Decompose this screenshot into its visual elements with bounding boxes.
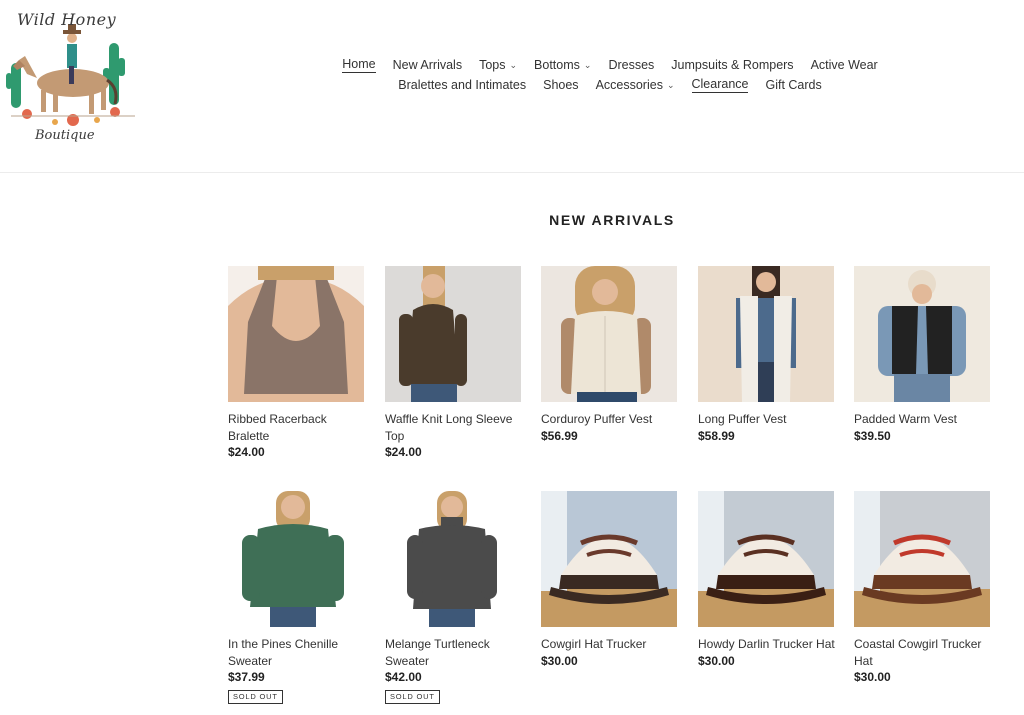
nav-item-dresses[interactable]: Dresses [608, 58, 654, 72]
nav-item-tops[interactable]: Tops ⌄ [479, 58, 517, 72]
product-price: $58.99 [698, 428, 735, 443]
product-image-svg [854, 491, 990, 627]
product-name[interactable]: Padded Warm Vest [854, 411, 994, 428]
product-card[interactable]: In the Pines Chenille Sweater $37.99 SOLD … [228, 491, 368, 704]
product-name[interactable]: Melange Turtleneck Sweater [385, 636, 525, 669]
logo-wordmark-bottom: Boutique [35, 128, 95, 143]
product-image-svg [854, 266, 990, 402]
nav-item-bralettes-and-intimates[interactable]: Bralettes and Intimates [398, 78, 526, 92]
product-card[interactable]: Melange Turtleneck Sweater $42.00 SOLD OUT [385, 491, 525, 704]
logo-wordmark-top: Wild Honey [17, 10, 117, 29]
sold-out-badge: SOLD OUT [385, 690, 440, 704]
nav-item-label: Tops [479, 58, 506, 72]
nav-item-label: Accessories [595, 78, 663, 92]
product-image-svg [698, 491, 834, 627]
product-image-svg [698, 266, 834, 402]
nav-item-label: Bralettes and Intimates [398, 78, 527, 92]
nav-item-new-arrivals[interactable]: New Arrivals [393, 58, 462, 72]
store-logo[interactable]: Wild Honey Boutique [5, 8, 140, 150]
nav-item-label: Clearance [691, 77, 749, 93]
product-price: $42.00 [385, 670, 422, 684]
section-title: NEW ARRIVALS [549, 212, 675, 228]
product-image-svg [541, 491, 677, 627]
product-image[interactable] [385, 491, 521, 627]
product-name[interactable]: Coastal Cowgirl Trucker Hat [854, 636, 994, 669]
nav-item-label: Shoes [543, 78, 579, 92]
product-card[interactable]: Corduroy Puffer Vest $56.99 [541, 266, 681, 444]
product-name[interactable]: Howdy Darlin Trucker Hat [698, 636, 838, 653]
product-image[interactable] [541, 266, 677, 402]
product-price: $30.00 [541, 653, 578, 668]
product-image[interactable] [854, 491, 990, 627]
sold-out-badge: SOLD OUT [228, 690, 283, 704]
product-price: $30.00 [698, 653, 735, 668]
product-price: $24.00 [385, 445, 422, 459]
product-image[interactable] [854, 266, 990, 402]
product-name[interactable]: Waffle Knit Long Sleeve Top [385, 411, 525, 444]
product-price: $24.00 [228, 445, 265, 459]
nav-item-label: Gift Cards [765, 78, 822, 92]
product-card[interactable]: Howdy Darlin Trucker Hat $30.00 [698, 491, 838, 669]
product-image-svg [228, 266, 364, 402]
product-card[interactable]: Ribbed Racerback Bralette $24.00 [228, 266, 368, 460]
product-image[interactable] [541, 491, 677, 627]
product-image[interactable] [228, 266, 364, 402]
nav-item-label: Bottoms [534, 58, 580, 72]
nav-row-secondary: Bralettes and Intimates Shoes Accessories ⌄… [330, 75, 890, 95]
product-price: $56.99 [541, 428, 578, 443]
product-image[interactable] [698, 491, 834, 627]
product-price: $37.99 [228, 670, 265, 684]
product-card[interactable]: Coastal Cowgirl Trucker Hat $30.00 [854, 491, 994, 685]
product-name[interactable]: In the Pines Chenille Sweater [228, 636, 368, 669]
nav-item-label: New Arrivals [392, 58, 463, 72]
nav-item-label: Dresses [608, 58, 655, 72]
chevron-down-icon: ⌄ [666, 79, 675, 90]
chevron-down-icon: ⌄ [583, 59, 592, 70]
product-price: $30.00 [854, 670, 891, 684]
product-image[interactable] [698, 266, 834, 402]
nav-item-accessories[interactable]: Accessories ⌄ [596, 78, 675, 92]
nav-item-label: Active Wear [810, 58, 878, 72]
product-name[interactable]: Ribbed Racerback Bralette [228, 411, 368, 444]
product-card[interactable]: Long Puffer Vest $58.99 [698, 266, 838, 444]
product-name[interactable]: Cowgirl Hat Trucker [541, 636, 681, 653]
nav-item-shoes[interactable]: Shoes [543, 78, 578, 92]
product-image[interactable] [228, 491, 364, 627]
nav-item-home[interactable]: Home [342, 57, 376, 73]
site-header: Wild Honey Boutique Home New Arrivals Tops… [0, 0, 1024, 173]
product-price: $39.50 [854, 428, 891, 443]
product-image-svg [541, 266, 677, 402]
product-image-svg [385, 266, 521, 402]
nav-item-label: Jumpsuits & Rompers [671, 58, 794, 72]
nav-item-label: Home [342, 57, 376, 73]
nav-item-active-wear[interactable]: Active Wear [811, 58, 878, 72]
nav-item-bottoms[interactable]: Bottoms ⌄ [534, 58, 591, 72]
product-card[interactable]: Waffle Knit Long Sleeve Top $24.00 [385, 266, 525, 460]
nav-row-primary: Home New Arrivals Tops ⌄ Bottoms ⌄ Dresses Jump… [330, 55, 890, 75]
product-image-svg [228, 491, 364, 627]
main-navigation: Home New Arrivals Tops ⌄ Bottoms ⌄ Dresses Jump… [330, 55, 890, 95]
product-image-svg [385, 491, 521, 627]
nav-item-clearance[interactable]: Clearance [691, 77, 749, 93]
nav-item-jumpsuits-and-rompers[interactable]: Jumpsuits & Rompers [671, 58, 793, 72]
chevron-down-icon: ⌄ [509, 59, 518, 70]
product-name[interactable]: Corduroy Puffer Vest [541, 411, 681, 428]
product-name[interactable]: Long Puffer Vest [698, 411, 838, 428]
product-card[interactable]: Padded Warm Vest $39.50 [854, 266, 994, 444]
product-card[interactable]: Cowgirl Hat Trucker $30.00 [541, 491, 681, 669]
product-image[interactable] [385, 266, 521, 402]
nav-item-gift-cards[interactable]: Gift Cards [765, 78, 821, 92]
